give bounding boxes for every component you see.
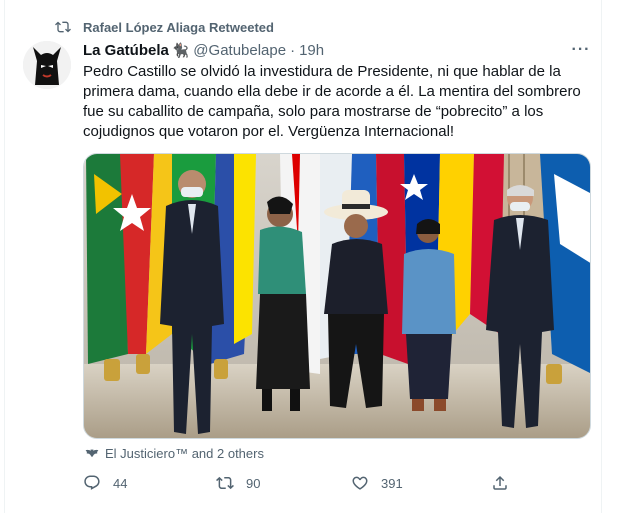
tweet-card[interactable]: Rafael López Aliaga Retweeted La Gatúbel… [4,0,602,513]
tweet-text: Pedro Castillo se olvidó la investidura … [83,62,583,142]
like-count: 391 [381,475,403,491]
reply-icon [84,475,100,490]
retweet-text: Rafael López Aliaga Retweeted [83,19,274,35]
retweet-icon [216,476,234,490]
author-handle[interactable]: @Gatubelape [193,42,286,59]
liked-by-text: El Justiciero™ and 2 others [105,445,264,461]
cat-emoji-icon: 🐈‍⬛ [171,41,190,58]
retweet-icon [55,21,71,33]
avatar[interactable] [23,41,71,89]
like-button[interactable]: 391 [351,472,403,494]
retweet-button[interactable]: 90 [216,472,260,494]
author-name[interactable]: La Gatúbela [83,42,169,59]
tweet-text-line: fue su caballito de campaña, solo para m… [83,103,544,120]
tweet-text-line: cojudignos que votaron por el. Vergüenza… [83,123,455,140]
liked-by-context[interactable]: El Justiciero™ and 2 others [85,445,264,461]
separator-dot: · [290,41,296,59]
reply-count: 44 [113,475,128,491]
share-icon [493,475,507,490]
tweet-photo[interactable] [83,153,591,439]
share-button[interactable] [491,472,521,494]
retweet-count: 90 [246,475,261,491]
tweet-time[interactable]: 19h [299,42,324,59]
tweet-text-line: Pedro Castillo se olvidó la investidura … [83,63,561,80]
tweet-header: La Gatúbela 🐈‍⬛ @Gatubelape · 19h [83,40,324,60]
batman-icon [85,448,99,458]
reply-button[interactable]: 44 [83,472,127,494]
tweet-text-line: primera dama, cuando ella debe ir de aco… [83,83,581,100]
retweet-context[interactable]: Rafael López Aliaga Retweeted [55,17,274,37]
heart-icon [352,476,368,490]
more-options-icon[interactable]: ··· [571,40,591,60]
